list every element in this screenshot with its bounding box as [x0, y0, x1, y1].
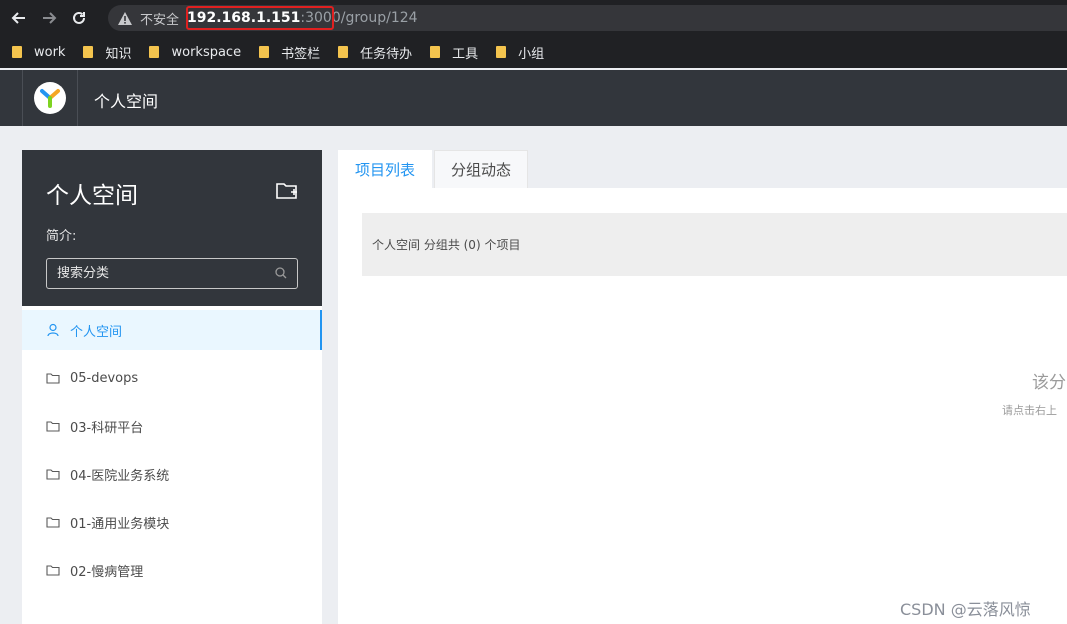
bookmark-tasks[interactable]: 任务待办 — [338, 43, 412, 62]
browser-address-bar: 不安全 192.168.1.151:3000/group/124 — [0, 0, 1067, 36]
insecure-label: 不安全 — [140, 12, 180, 28]
sidebar-item-hospital-business[interactable]: 04-医院业务系统 — [22, 454, 322, 494]
sidebar-item-personal-space[interactable]: 个人空间 — [22, 310, 322, 350]
back-button[interactable] — [8, 7, 30, 29]
arrow-right-icon — [43, 12, 57, 24]
folder-icon — [46, 515, 60, 529]
search-icon — [275, 267, 287, 279]
user-icon — [46, 323, 60, 337]
bookmark-folder-icon — [338, 46, 349, 58]
folder-icon — [46, 371, 60, 385]
sidebar-item-common-modules[interactable]: 01-通用业务模块 — [22, 502, 322, 542]
group-sidebar: 个人空间 简介: 个人空间 05-devops 03-科研平台 04-医院业务系… — [22, 150, 322, 624]
tab-group-activity[interactable]: 分组动态 — [434, 150, 529, 188]
reload-button[interactable] — [68, 7, 90, 29]
watermark: CSDN @云落风惊 — [900, 600, 1031, 619]
bookmark-folder-icon — [12, 46, 22, 58]
url-highlight-box — [186, 6, 334, 30]
url-path: /group/124 — [340, 10, 418, 26]
add-group-button[interactable] — [275, 180, 299, 202]
sidebar-item-chronic-disease[interactable]: 02-慢病管理 — [22, 550, 322, 590]
bookmark-work[interactable]: work — [12, 45, 65, 60]
bookmark-folder-icon — [430, 46, 441, 58]
main-tabs: 项目列表 分组动态 — [338, 150, 530, 188]
logo-link[interactable] — [22, 70, 78, 126]
app-header-title: 个人空间 — [94, 92, 159, 111]
forward-button[interactable] — [38, 7, 60, 29]
folder-add-icon — [276, 183, 297, 199]
folder-icon — [46, 467, 60, 481]
group-intro-label: 简介: — [46, 229, 77, 244]
group-title: 个人空间 — [46, 183, 138, 209]
yapi-logo-icon — [34, 82, 66, 114]
bookmark-folder-icon — [496, 46, 507, 58]
warning-icon — [116, 9, 134, 27]
bookmark-tools[interactable]: 工具 — [430, 43, 478, 62]
bookmark-folder-icon — [83, 46, 94, 58]
bookmarks-bar: work 知识 workspace 书签栏 任务待办 工具 小组 — [0, 36, 1067, 68]
sidebar-item-research-platform[interactable]: 03-科研平台 — [22, 406, 322, 446]
project-count-bar: 个人空间 分组共 (0) 个项目 — [362, 213, 1067, 276]
main-panel: 个人空间 分组共 (0) 个项目 该分 请点击右上 — [338, 188, 1067, 624]
folder-icon — [46, 419, 60, 433]
bookmark-bookmarks-bar[interactable]: 书签栏 — [259, 43, 320, 62]
bookmark-group[interactable]: 小组 — [496, 43, 544, 62]
app-header: 个人空间 — [0, 70, 1067, 126]
sidebar-item-devops[interactable]: 05-devops — [22, 358, 322, 398]
arrow-left-icon — [11, 12, 25, 24]
folder-icon — [46, 563, 60, 577]
bookmark-workspace[interactable]: workspace — [149, 45, 241, 60]
bookmark-folder-icon — [149, 46, 160, 58]
empty-state-title: 该分 — [1032, 373, 1066, 393]
tab-project-list[interactable]: 项目列表 — [338, 150, 433, 188]
bookmark-folder-icon — [259, 46, 270, 58]
bookmark-knowledge[interactable]: 知识 — [83, 43, 131, 62]
category-search-input[interactable] — [46, 258, 298, 289]
reload-icon — [73, 11, 85, 24]
sidebar-header: 个人空间 简介: — [22, 150, 322, 306]
empty-state-subtitle: 请点击右上 — [1002, 404, 1057, 417]
